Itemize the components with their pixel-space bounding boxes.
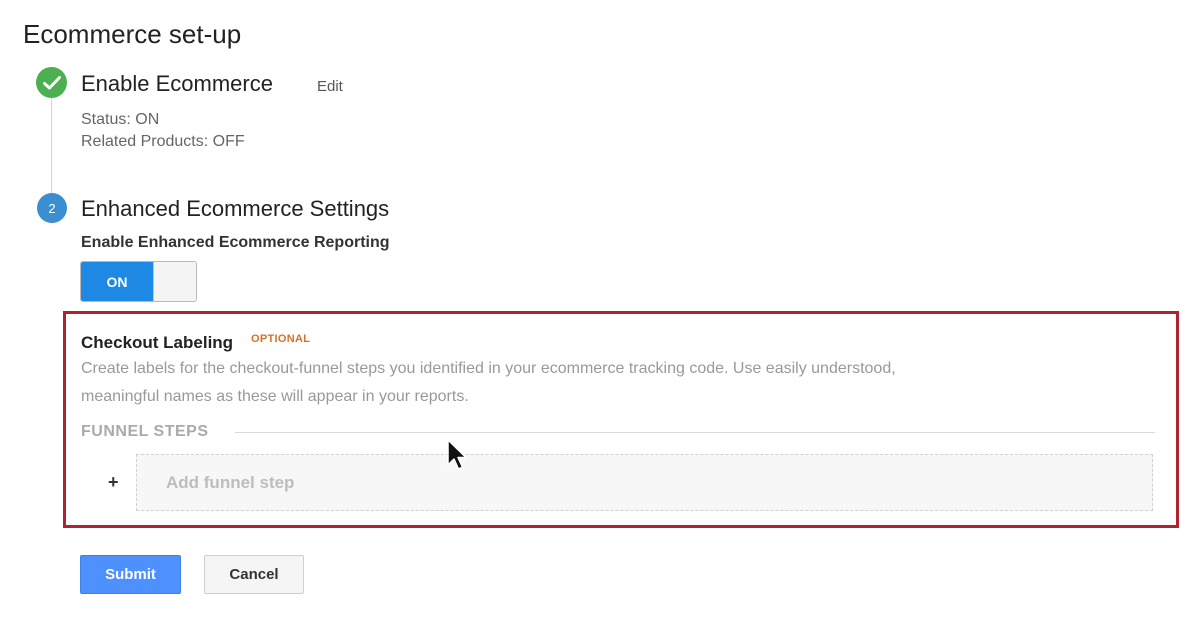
- checkout-description: Create labels for the checkout-funnel st…: [81, 360, 896, 405]
- enhanced-reporting-label: Enable Enhanced Ecommerce Reporting: [81, 234, 390, 251]
- mouse-cursor-icon: [447, 439, 467, 470]
- page-title: Ecommerce set-up: [23, 19, 242, 49]
- edit-link[interactable]: Edit: [317, 78, 343, 95]
- add-funnel-step-placeholder: Add funnel step: [166, 473, 295, 492]
- funnel-steps-label: FUNNEL STEPS: [81, 423, 209, 440]
- toggle-on-label: ON: [81, 262, 153, 301]
- related-products-text: Related Products: OFF: [81, 133, 245, 150]
- check-icon: [42, 75, 61, 89]
- step-timeline-line: [51, 95, 52, 195]
- add-funnel-step-field[interactable]: Add funnel step: [136, 454, 1153, 511]
- step-1-complete-icon: [36, 67, 67, 98]
- submit-button[interactable]: Submit: [80, 555, 181, 594]
- step-2-title: Enhanced Ecommerce Settings: [81, 196, 390, 221]
- enhanced-reporting-toggle[interactable]: ON: [80, 261, 197, 302]
- status-text: Status: ON: [81, 111, 160, 128]
- checkout-labeling-title: Checkout Labeling: [81, 333, 234, 352]
- cancel-button[interactable]: Cancel: [204, 555, 304, 594]
- add-funnel-step-plus-icon[interactable]: +: [108, 472, 119, 493]
- step-1-title: Enable Ecommerce: [81, 71, 273, 96]
- step-2-number-badge: 2: [37, 193, 67, 223]
- toggle-knob: [153, 262, 196, 301]
- funnel-steps-divider: [235, 432, 1155, 433]
- optional-badge: OPTIONAL: [251, 333, 311, 345]
